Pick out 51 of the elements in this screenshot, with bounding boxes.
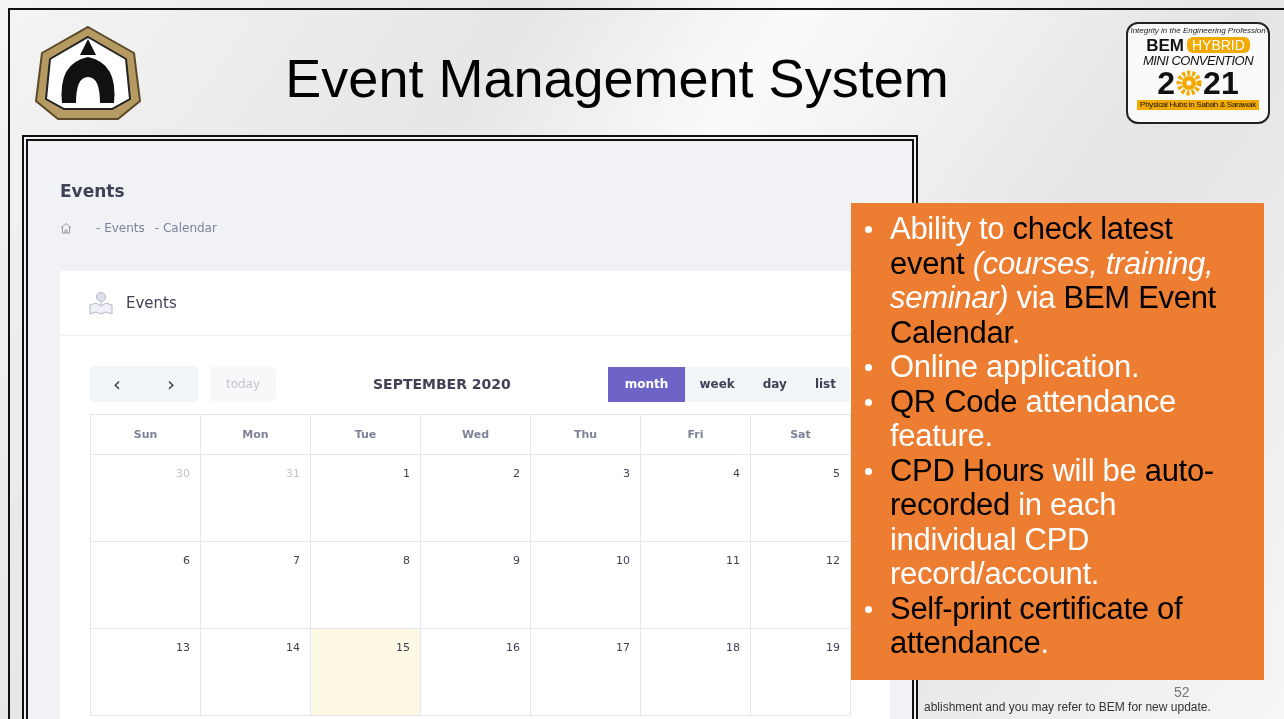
- logo-year: 2: [1157, 66, 1176, 99]
- home-icon[interactable]: [60, 222, 72, 234]
- view-tab[interactable]: month: [607, 366, 686, 402]
- view-tab[interactable]: day: [748, 366, 801, 402]
- breadcrumb-link[interactable]: - Calendar: [154, 221, 217, 235]
- bullet-icon: [865, 605, 872, 613]
- day-cell[interactable]: 9: [421, 542, 531, 629]
- gear-icon: [1176, 69, 1203, 96]
- bullet-icon: [865, 467, 872, 475]
- day-cell[interactable]: 7: [201, 542, 311, 629]
- bullet-icon: [865, 226, 872, 233]
- slide-title: Event Management System: [284, 46, 950, 109]
- page-title: Events: [60, 181, 126, 201]
- weekday-header: Tue: [311, 415, 421, 455]
- view-tab[interactable]: list: [800, 366, 850, 402]
- page-number: 52: [1174, 684, 1190, 700]
- day-cell[interactable]: 1: [311, 455, 421, 542]
- view-tab[interactable]: week: [685, 366, 749, 402]
- bullet-icon: [865, 364, 872, 371]
- day-cell[interactable]: 10: [531, 542, 641, 629]
- feature-text: CPD Hours will be auto-recorded in each individual CPD record/account.: [890, 453, 1215, 592]
- footer-note: ablishment and you may refer to BEM for new update.: [924, 700, 1211, 714]
- day-cell[interactable]: 15: [311, 629, 421, 716]
- logo-year: 21: [1203, 66, 1239, 99]
- weekday-header: Fri: [641, 415, 751, 455]
- day-cell[interactable]: 13: [91, 629, 201, 716]
- logo-subtitle: MINI CONVENTION: [1142, 53, 1254, 67]
- logo-tag: HYBRID: [1186, 37, 1250, 53]
- month-title: SEPTEMBER 2020: [372, 376, 512, 392]
- day-cell[interactable]: 11: [641, 542, 751, 629]
- feature-text: Ability to check latest event (courses, training, seminar) via BEM Event Calendar.: [890, 212, 1217, 350]
- day-cell[interactable]: 3: [531, 455, 641, 542]
- logo-brand: BEM: [1146, 36, 1184, 54]
- feature-text: Self-print certificate of attendance.: [890, 591, 1184, 661]
- bullet-icon: [865, 398, 872, 406]
- day-cell[interactable]: 2: [421, 455, 531, 542]
- day-cell[interactable]: 17: [531, 629, 641, 716]
- weekday-header: Thu: [531, 415, 641, 455]
- feature-text: QR Code attendance feature.: [890, 384, 1177, 454]
- logo-hubs: Physical Hubs in Sabah & Sarawak: [1137, 99, 1259, 110]
- card-title: Events: [126, 294, 177, 312]
- feature-text: Online application.: [890, 350, 1140, 385]
- day-cell[interactable]: 18: [641, 629, 751, 716]
- day-cell[interactable]: 4: [641, 455, 751, 542]
- weekday-header: Mon: [201, 415, 311, 455]
- day-cell[interactable]: 6: [91, 542, 201, 629]
- map-pin-icon: [88, 291, 114, 315]
- weekday-header: Wed: [421, 415, 531, 455]
- logo-tagline: Integrity in the Engineering Profession: [1130, 26, 1266, 35]
- day-cell[interactable]: 16: [421, 629, 531, 716]
- weekday-header: Sun: [91, 415, 201, 455]
